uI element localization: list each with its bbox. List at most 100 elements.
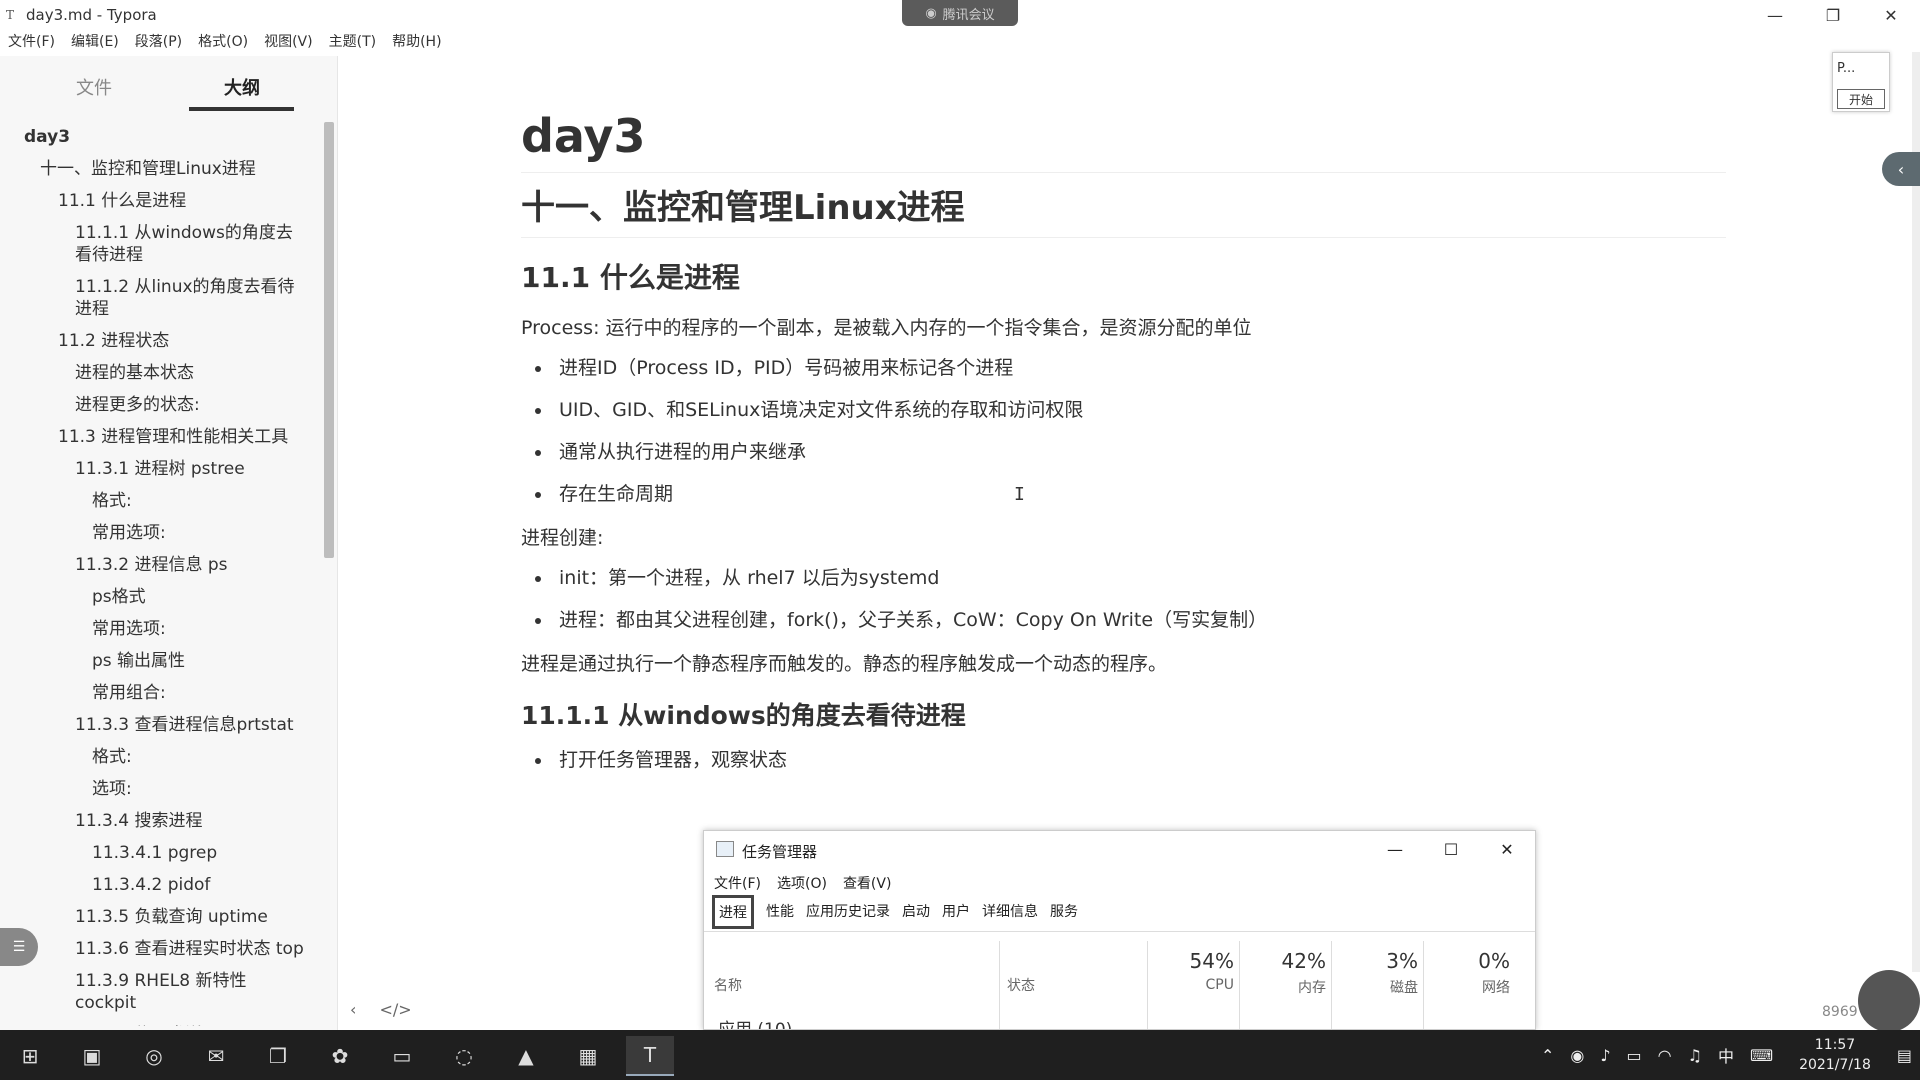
sidebar-toggle-icon[interactable]: ☰ <box>0 928 38 966</box>
meeting-icon: ◉ <box>925 5 937 21</box>
outline-item[interactable]: 常用选项: <box>0 522 324 544</box>
outline-item[interactable]: ps格式 <box>0 586 324 608</box>
photos-icon[interactable]: ✿ <box>316 1036 364 1076</box>
outline-item[interactable]: 格式: <box>0 490 324 512</box>
outline-scrollbar[interactable] <box>324 122 334 558</box>
wechat-icon[interactable]: ✉ <box>192 1036 240 1076</box>
minimize-icon: — <box>1387 839 1403 859</box>
source-code-icon[interactable]: </> <box>380 1000 412 1019</box>
tm-menu-item: 选项(O) <box>776 876 827 892</box>
menu-file[interactable]: 文件(F) <box>0 30 63 54</box>
outline-item[interactable]: 格式: <box>0 746 324 768</box>
text-cursor-icon: I <box>1014 484 1025 505</box>
multi-window-icon[interactable]: ❐ <box>254 1036 302 1076</box>
outline-item[interactable]: 11.3.1 进程树 pstree <box>0 458 324 480</box>
outline-root[interactable]: day3 <box>0 126 324 148</box>
menu-edit[interactable]: 编辑(E) <box>63 30 127 54</box>
tm-tab-processes: 进程 <box>712 895 754 929</box>
menu-paragraph[interactable]: 段落(P) <box>127 30 190 54</box>
outline-item[interactable]: 常用组合: <box>0 682 324 704</box>
network-icon[interactable]: ◌ <box>440 1036 488 1076</box>
browser-icon[interactable]: ◎ <box>130 1036 178 1076</box>
tm-cpu-value: 54% <box>1189 949 1234 973</box>
image-editor-icon[interactable]: ▲ <box>502 1036 550 1076</box>
list-item: 进程：都由其父进程创建，fork()，父子关系，CoW：Copy On Writ… <box>521 606 1721 634</box>
tm-tab: 用户 <box>942 904 970 920</box>
paragraph-static-program: 进程是通过执行一个静态程序而触发的。静态的程序触发成一个动态的程序。 <box>521 653 1168 675</box>
menu-theme[interactable]: 主题(T) <box>321 30 384 54</box>
outline-item[interactable]: 11.3.8 信号发送 kill <box>0 1024 324 1026</box>
windows-start-icon[interactable]: ⊞ <box>6 1036 54 1076</box>
ime-indicator[interactable]: 中 <box>1718 1043 1734 1067</box>
task-manager-title: 任务管理器 <box>742 843 818 861</box>
outline-item[interactable]: 11.1.1 从windows的角度去看待进程 <box>0 222 324 266</box>
close-button[interactable]: ✕ <box>1862 0 1920 30</box>
notification-icon[interactable]: ▤ <box>1897 1046 1912 1065</box>
outline-item[interactable]: 选项: <box>0 778 324 800</box>
camera-icon[interactable]: ◉ <box>1570 1046 1584 1065</box>
menu-format[interactable]: 格式(O) <box>190 30 256 54</box>
outline-item[interactable]: 11.3.4.1 pgrep <box>0 842 324 864</box>
menu-help[interactable]: 帮助(H) <box>384 30 449 54</box>
chevron-left-icon[interactable]: ‹ <box>350 1000 356 1019</box>
list-item: 打开任务管理器，观察状态 <box>521 746 1721 774</box>
tm-col-status: 状态 <box>1007 978 1035 994</box>
outline-item[interactable]: 11.1.2 从linux的角度去看待进程 <box>0 276 324 320</box>
tab-outline[interactable]: 大纲 <box>224 74 260 100</box>
heading-3: 11.1.1 从windows的角度去看待进程 <box>521 701 966 730</box>
meeting-badge[interactable]: ◉ 腾讯会议 <box>902 0 1018 26</box>
clock[interactable]: 11:57 2021/7/18 <box>1799 1035 1871 1075</box>
active-tab-indicator <box>189 107 294 111</box>
screenshot-icon[interactable]: ▦ <box>564 1036 612 1076</box>
tab-files[interactable]: 文件 <box>76 74 112 100</box>
menu-bar: 文件(F) 编辑(E) 段落(P) 格式(O) 视图(V) 主题(T) 帮助(H… <box>0 30 450 54</box>
divider <box>1239 941 1240 1029</box>
outline-item[interactable]: 11.1 什么是进程 <box>0 190 324 212</box>
tm-net-value: 0% <box>1478 949 1510 973</box>
outline-item[interactable]: 11.2 进程状态 <box>0 330 324 352</box>
outline-item[interactable]: ps 输出属性 <box>0 650 324 672</box>
volume-icon[interactable]: ♫ <box>1688 1046 1702 1065</box>
widget-label: P... <box>1837 61 1856 76</box>
outline-item[interactable]: 进程的基本状态 <box>0 362 324 384</box>
outline-item[interactable]: 进程更多的状态: <box>0 394 324 416</box>
outline-item[interactable]: 11.3.5 负载查询 uptime <box>0 906 324 928</box>
outline-item[interactable]: 11.3 进程管理和性能相关工具 <box>0 426 324 448</box>
outline-item[interactable]: 11.3.4 搜索进程 <box>0 810 324 832</box>
bullet-list-3: 打开任务管理器，观察状态 <box>521 746 1721 774</box>
restore-button[interactable]: ❐ <box>1804 0 1862 30</box>
outline-item[interactable]: 11.3.6 查看进程实时状态 top <box>0 938 324 960</box>
task-manager-image: 任务管理器 — ☐ ✕ 文件(F) 选项(O) 查看(V) 进程 性能 应用历史… <box>703 830 1536 1030</box>
list-item: 存在生命周期 <box>521 480 1721 508</box>
battery-icon[interactable]: ▭ <box>1627 1046 1642 1065</box>
editor-area[interactable]: day3 十一、监控和管理Linux进程 11.1 什么是进程 Process:… <box>521 100 1726 788</box>
outline-item[interactable]: 11.3.9 RHEL8 新特性 cockpit <box>0 970 324 1014</box>
tm-disk-label: 磁盘 <box>1390 980 1418 996</box>
microphone-icon[interactable]: ♪ <box>1600 1046 1610 1065</box>
maximize-icon: ☐ <box>1443 839 1459 859</box>
minimize-button[interactable]: — <box>1746 0 1804 30</box>
tm-disk-value: 3% <box>1386 949 1418 973</box>
avatar[interactable] <box>1858 970 1920 1032</box>
sidebar-tabs: 文件 大纲 <box>0 56 338 112</box>
sidebar: 文件 大纲 day3 十一、监控和管理Linux进程 11.1 什么是进程 11.1.… <box>0 56 338 1030</box>
typora-icon[interactable]: T <box>626 1036 674 1076</box>
clock-time: 11:57 <box>1814 1037 1856 1053</box>
start-button[interactable]: 开始 <box>1837 89 1885 109</box>
keyboard-icon[interactable]: ⌨ <box>1750 1046 1773 1065</box>
outline-item[interactable]: 11.3.3 查看进程信息prtstat <box>0 714 324 736</box>
chevron-up-icon[interactable]: ⌃ <box>1541 1046 1554 1065</box>
outline-item[interactable]: 11.3.2 进程信息 ps <box>0 554 324 576</box>
wifi-icon[interactable]: ◠ <box>1658 1046 1672 1065</box>
image-viewer-icon[interactable]: ▣ <box>68 1036 116 1076</box>
bullet-list-2: init：第一个进程，从 rhel7 以后为systemd 进程：都由其父进程创… <box>521 564 1721 634</box>
outline-item[interactable]: 11.3.4.2 pidof <box>0 874 324 896</box>
outline-item[interactable]: 常用选项: <box>0 618 324 640</box>
menu-view[interactable]: 视图(V) <box>256 30 321 54</box>
divider <box>1331 941 1332 1029</box>
tm-tab: 性能 <box>766 904 794 920</box>
word-count[interactable]: 8969 <box>1822 1004 1858 1020</box>
chevron-left-icon[interactable]: ‹ <box>1882 152 1920 186</box>
folder-icon[interactable]: ▭ <box>378 1036 426 1076</box>
outline-item[interactable]: 十一、监控和管理Linux进程 <box>0 158 324 180</box>
